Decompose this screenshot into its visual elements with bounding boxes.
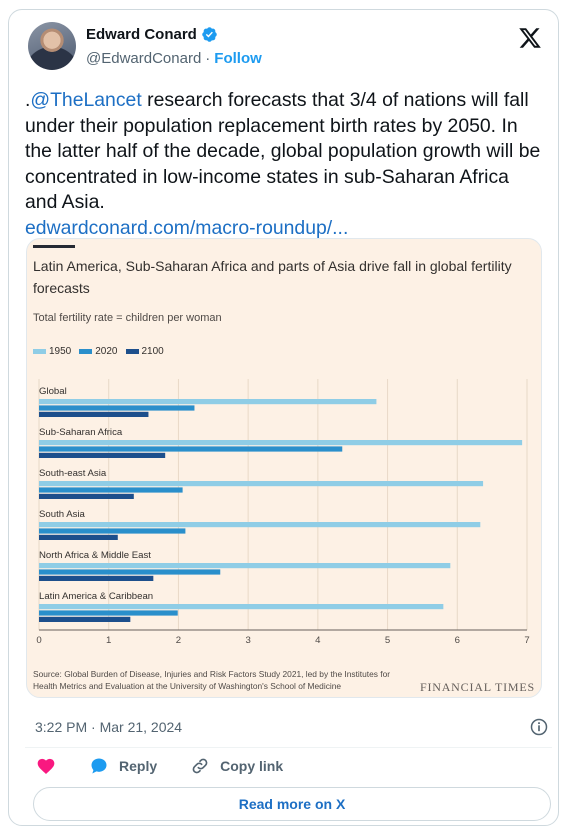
bar-2100 (39, 616, 131, 622)
tweet-text: .@TheLancet research forecasts that 3/4 … (25, 88, 545, 241)
bar-2100 (39, 575, 154, 581)
bar-2020 (39, 405, 195, 411)
bar-2100 (39, 411, 149, 417)
legend-label: 2100 (141, 346, 164, 357)
category-label: North Africa & Middle East (39, 550, 151, 561)
x-tick-label: 5 (385, 635, 390, 646)
bar-2100 (39, 493, 134, 499)
legend-label: 1950 (49, 346, 72, 357)
like-action[interactable] (36, 756, 56, 776)
chart-plot: Global Sub-Saharan Africa South-east Asia S… (36, 379, 530, 646)
x-tick-label: 3 (245, 635, 250, 646)
category-label: South-east Asia (39, 468, 107, 479)
separator-dot: · (205, 50, 211, 67)
tweet-card: Edward Conard @EdwardConard · Follow .@T… (8, 9, 559, 826)
bar-1950 (39, 604, 444, 610)
follow-button[interactable]: Follow (214, 50, 262, 67)
copy-link-action[interactable]: Copy link (190, 756, 283, 776)
author-display-name[interactable]: Edward Conard (86, 26, 197, 43)
chart-source: Source: Global Burden of Disease, Injuri… (33, 669, 391, 691)
legend-item-2100: 2100 (125, 346, 164, 357)
chart-top-rule (33, 245, 75, 248)
chart-image-card[interactable]: Latin America, Sub-Saharan Africa and pa… (26, 238, 542, 698)
bar-1950 (39, 481, 484, 487)
chart-title: Latin America, Sub-Saharan Africa and pa… (33, 258, 512, 296)
author-handle[interactable]: @EdwardConard (86, 50, 201, 67)
avatar[interactable] (28, 22, 76, 70)
author-handle-row: @EdwardConard · Follow (86, 50, 262, 67)
legend-label: 2020 (95, 346, 118, 357)
bar-1950 (39, 522, 481, 528)
bar-2020 (39, 528, 186, 534)
bar-2100 (39, 452, 166, 458)
x-logo-icon[interactable] (518, 26, 542, 50)
verified-badge-icon (202, 27, 217, 42)
article-link[interactable]: edwardconard.com/macro-roundup/... (25, 217, 348, 239)
action-bar: Reply Copy link (36, 756, 316, 776)
legend-item-1950: 1950 (33, 346, 71, 357)
bar-1950 (39, 563, 451, 569)
link-icon (192, 758, 208, 774)
category-label: South Asia (39, 509, 86, 520)
bar-2020 (39, 610, 178, 616)
x-tick-label: 6 (455, 635, 460, 646)
x-tick-label: 1 (106, 635, 111, 646)
reply-action[interactable]: Reply (89, 756, 157, 776)
bar-1950 (39, 440, 523, 446)
reply-label: Reply (119, 758, 158, 774)
author-name-row: Edward Conard (86, 26, 218, 43)
chart-subtitle: Total fertility rate = children per woma… (33, 312, 222, 324)
bar-2020 (39, 446, 343, 452)
reply-bubble-icon (91, 758, 107, 774)
legend-swatch (33, 349, 46, 354)
publisher-logo: FINANCIAL TIMES (419, 680, 535, 694)
x-tick-label: 0 (36, 635, 41, 646)
x-tick-label: 2 (176, 635, 181, 646)
category-label: Sub-Saharan Africa (39, 427, 123, 438)
chart-legend: 1950 2020 2100 (33, 346, 164, 357)
tweet-timestamp[interactable]: 3:22 PM · Mar 21, 2024 (35, 719, 182, 735)
category-label: Latin America & Caribbean (39, 591, 153, 602)
x-tick-label: 7 (524, 635, 529, 646)
bar-1950 (39, 399, 377, 405)
copy-link-label: Copy link (220, 758, 284, 774)
legend-item-2020: 2020 (79, 346, 118, 357)
info-icon[interactable] (529, 717, 549, 737)
bar-2100 (39, 534, 118, 540)
divider (25, 747, 552, 748)
x-tick-label: 4 (315, 635, 321, 646)
bar-2020 (39, 487, 183, 493)
read-more-button[interactable]: Read more on X (33, 787, 551, 821)
bar-2020 (39, 569, 221, 575)
category-label: Global (39, 386, 67, 397)
heart-icon (37, 758, 55, 774)
legend-swatch (79, 349, 93, 354)
mention-link[interactable]: @TheLancet (30, 89, 141, 111)
legend-swatch (125, 349, 139, 354)
